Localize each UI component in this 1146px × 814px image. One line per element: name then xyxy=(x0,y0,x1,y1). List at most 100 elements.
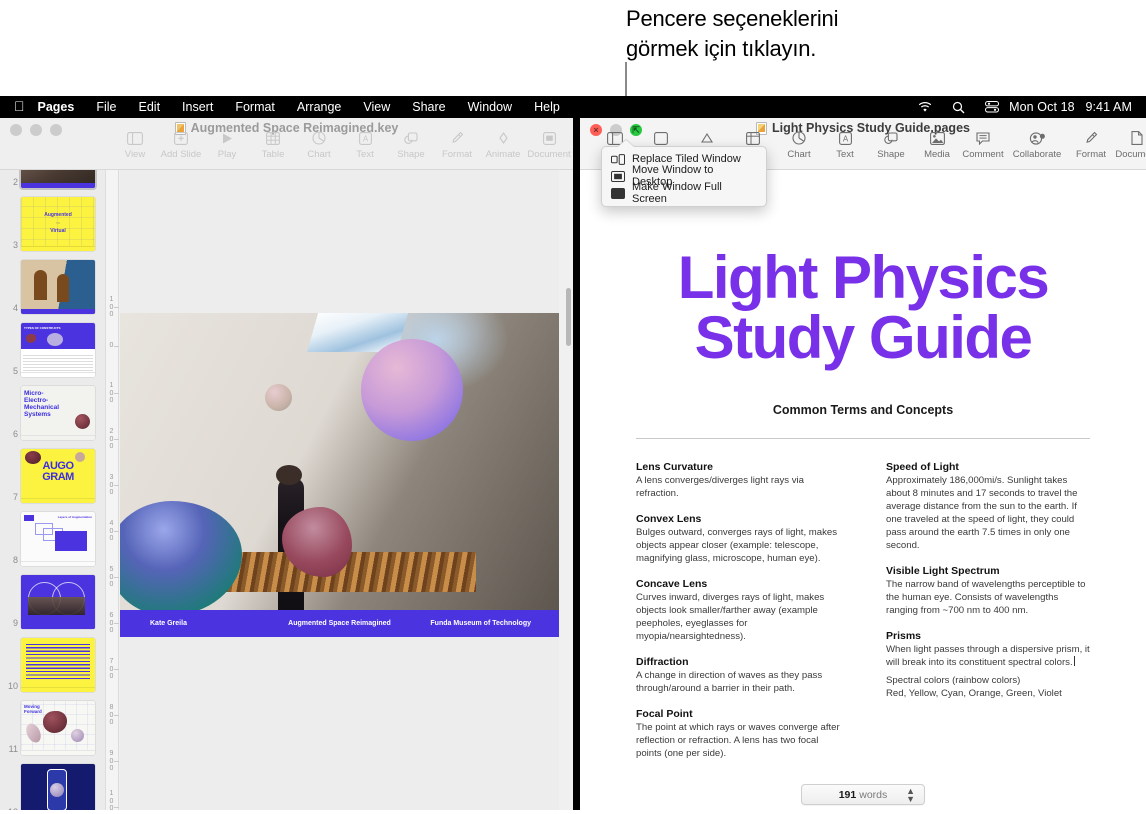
keynote-canvas-area[interactable]: 100 0 100 200 300 400 500 600 70 0 8 0 0… xyxy=(106,170,573,814)
format-brush-icon xyxy=(450,129,464,147)
thumb-arch-1 xyxy=(34,270,47,300)
toolbar-shape-label: Shape xyxy=(877,149,905,160)
menu-item-edit[interactable]: Edit xyxy=(128,100,172,114)
toolbar-document-button[interactable]: Document xyxy=(526,129,572,160)
menu-item-view[interactable]: View xyxy=(352,100,401,114)
keynote-vertical-scrollbar[interactable] xyxy=(566,288,571,346)
slide-thumbnail-row[interactable]: 11 Moving Forward xyxy=(0,699,105,755)
toolbar-document-button[interactable]: Document xyxy=(1114,129,1146,160)
search-icon[interactable] xyxy=(942,101,975,114)
term-heading: Speed of Light xyxy=(886,461,959,473)
menu-bar-datetime[interactable]: Mon Oct 18 9:41 AM xyxy=(1009,100,1146,114)
term-definition: Bulges outward, converges rays of light,… xyxy=(636,527,838,564)
menu-item-insert[interactable]: Insert xyxy=(171,100,224,114)
slide-thumbnail[interactable]: AUGO GRAM xyxy=(21,449,95,503)
menu-item-arrange[interactable]: Arrange xyxy=(286,100,352,114)
slide-thumbnail-row[interactable]: 6 Micro- Electro- Mechanical Systems xyxy=(0,384,105,440)
term-heading: Visible Light Spectrum xyxy=(886,565,1000,577)
term-heading: Diffraction xyxy=(636,656,689,668)
slide-thumbnail[interactable] xyxy=(21,575,95,629)
insert-icon xyxy=(700,129,714,147)
callout-leader-line xyxy=(625,62,627,96)
slide-thumbnail[interactable]: Micro- Electro- Mechanical Systems xyxy=(21,386,95,440)
slide-thumbnail-row[interactable]: 3 Augmented vs Virtual xyxy=(0,195,105,251)
menu-item-window[interactable]: Window xyxy=(457,100,523,114)
toolbar-play-button[interactable]: Play xyxy=(204,129,250,160)
menu-item-file[interactable]: File xyxy=(85,100,127,114)
table-icon xyxy=(746,129,760,147)
keynote-titlebar[interactable]: Augmented Space Reimagined.key View Add … xyxy=(0,118,573,170)
menu-item-format[interactable]: Format xyxy=(224,100,286,114)
word-count-badge[interactable]: 191 words ▲ ▼ xyxy=(801,784,925,805)
toolbar-chart-button[interactable]: Chart xyxy=(776,129,822,160)
menu-item-pages[interactable]: Pages xyxy=(38,100,86,114)
thumb-footer xyxy=(21,246,95,251)
pages-document-body[interactable]: Light Physics Study Guide Common Terms a… xyxy=(580,170,1146,814)
screen: Pencere seçeneklerini görmek için tıklay… xyxy=(0,0,1146,814)
document-heading-line2: Study Guide xyxy=(694,304,1033,371)
wifi-icon[interactable] xyxy=(908,101,942,113)
thumb-paragraph xyxy=(26,643,90,679)
slide-thumbnail[interactable] xyxy=(21,764,95,814)
thumb-sphere xyxy=(71,729,84,742)
slide-number: 9 xyxy=(12,618,18,628)
slide-thumbnail-row[interactable]: 10 xyxy=(0,636,105,692)
toolbar-text-button[interactable]: A Text xyxy=(822,129,868,160)
toolbar-add-slide-button[interactable]: Add Slide xyxy=(158,129,204,160)
toolbar-text-button[interactable]: A Text xyxy=(342,129,388,160)
slide-canvas[interactable]: Kate Greila Augmented Space Reimagined F… xyxy=(120,170,559,814)
word-count-label: words xyxy=(859,788,888,801)
menu-item-help[interactable]: Help xyxy=(523,100,571,114)
slide-thumbnail[interactable]: Moving Forward xyxy=(21,701,95,755)
sphere-small xyxy=(264,384,292,412)
slide-thumbnail-row[interactable]: 12 xyxy=(0,762,105,814)
thumb-footer xyxy=(21,561,95,566)
slide-thumbnail-row[interactable]: 5 TYPES OF CONSTRUCTS xyxy=(0,321,105,377)
term-heading: Lens Curvature xyxy=(636,461,714,473)
slide-thumbnail-row[interactable]: 4 xyxy=(0,258,105,314)
window-options-menu[interactable]: Replace Tiled Window Move Window to Desk… xyxy=(601,146,767,207)
document-columns: Lens Curvature A lens converges/diverges… xyxy=(580,439,1146,773)
toolbar-comment-button[interactable]: Comment xyxy=(960,129,1006,160)
slide-thumbnail[interactable]: Layers of Augmentation xyxy=(21,512,95,566)
toolbar-chart-button[interactable]: Chart xyxy=(296,129,342,160)
thumb-footer xyxy=(21,687,95,692)
toolbar-collaborate-button[interactable]: Collaborate xyxy=(1006,129,1068,160)
menu-item-make-window-full-screen[interactable]: Make Window Full Screen xyxy=(602,181,766,205)
term-definition: Approximately 186,000mi/s. Sunlight take… xyxy=(886,475,1078,551)
toolbar-view-button[interactable]: View xyxy=(112,129,158,160)
pages-window[interactable]: × ⇱ Light Physics Study Guide.pages View xyxy=(580,118,1146,814)
toolbar-table-button[interactable]: Table xyxy=(250,129,296,160)
slide-thumbnail-row[interactable]: 9 xyxy=(0,573,105,629)
slide-image[interactable]: Kate Greila Augmented Space Reimagined F… xyxy=(120,313,559,637)
format-brush-icon xyxy=(1084,129,1098,147)
document-left-column: Lens Curvature A lens converges/diverges… xyxy=(636,461,840,773)
menu-item-share[interactable]: Share xyxy=(401,100,456,114)
toolbar-media-button[interactable]: Media xyxy=(914,129,960,160)
toolbar-format-button[interactable]: Format xyxy=(434,129,480,160)
term-definition-with-caret: When light passes through a dispersive p… xyxy=(886,643,1090,669)
slide-thumbnail-row[interactable]: 7 AUGO GRAM xyxy=(0,447,105,503)
slide-thumbnail[interactable] xyxy=(19,170,97,190)
slide-thumbnail[interactable]: TYPES OF CONSTRUCTS xyxy=(21,323,95,377)
keynote-toolbar[interactable]: View Add Slide Play Table Chart A Text S… xyxy=(0,129,573,169)
apple-logo-icon[interactable]:  xyxy=(0,99,38,113)
toolbar-view-label: View xyxy=(124,149,146,160)
term-definition: The narrow band of wavelengths perceptib… xyxy=(886,579,1086,616)
toolbar-format-label: Format xyxy=(441,149,473,160)
toolbar-format-button[interactable]: Format xyxy=(1068,129,1114,160)
keynote-window[interactable]: Augmented Space Reimagined.key View Add … xyxy=(0,118,573,814)
spectral-colors-line2: Red, Yellow, Cyan, Orange, Green, Violet xyxy=(886,688,1062,699)
control-center-icon[interactable] xyxy=(975,101,1009,113)
zoom-icon xyxy=(654,129,668,147)
toolbar-shape-button[interactable]: Shape xyxy=(868,129,914,160)
word-count-stepper-icon[interactable]: ▲ ▼ xyxy=(906,786,915,803)
slide-thumbnail-row[interactable]: 2 xyxy=(0,170,105,190)
slide-thumbnail-row[interactable]: 8 Layers of Augmentation xyxy=(0,510,105,566)
slide-thumbnail[interactable] xyxy=(21,638,95,692)
slide-thumbnail[interactable] xyxy=(21,260,95,314)
slide-navigator[interactable]: 2 3 Augmented vs Virtual 4 5 TYPES OF CO… xyxy=(0,170,106,814)
toolbar-animate-button[interactable]: Animate xyxy=(480,129,526,160)
slide-thumbnail[interactable]: Augmented vs Virtual xyxy=(21,197,95,251)
toolbar-shape-button[interactable]: Shape xyxy=(388,129,434,160)
